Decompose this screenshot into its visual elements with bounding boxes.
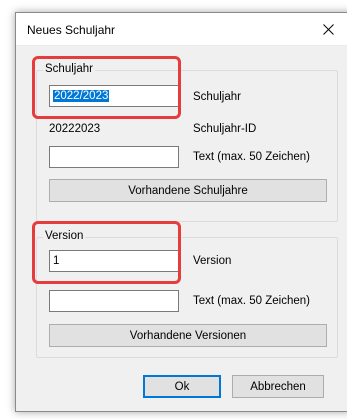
version-text-label: Text (max. 50 Zeichen) xyxy=(193,295,310,307)
dialog-title: Neues Schuljahr xyxy=(27,23,116,37)
close-icon xyxy=(322,23,334,35)
version-label: Version xyxy=(193,255,232,267)
title-bar: Neues Schuljahr xyxy=(16,13,347,46)
schuljahr-input-value: 2022/2023 xyxy=(53,90,110,102)
schuljahr-label: Schuljahr xyxy=(193,91,241,103)
cancel-button[interactable]: Abbrechen xyxy=(232,375,324,398)
version-text-input[interactable] xyxy=(49,290,179,312)
schuljahr-group-legend: Schuljahr xyxy=(43,63,95,75)
version-group-legend: Version xyxy=(43,230,86,242)
close-button[interactable] xyxy=(305,13,347,45)
schuljahr-group: Schuljahr 2022/2023 Schuljahr 20222023 S… xyxy=(36,63,338,222)
schuljahr-id-value: 20222023 xyxy=(49,123,101,135)
existing-versions-button[interactable]: Vorhandene Versionen xyxy=(49,324,327,347)
schuljahr-input[interactable]: 2022/2023 xyxy=(49,85,179,107)
existing-school-years-button[interactable]: Vorhandene Schuljahre xyxy=(49,179,327,202)
schuljahr-text-input[interactable] xyxy=(49,146,179,168)
ok-button[interactable]: Ok xyxy=(143,375,221,398)
new-school-year-dialog: Neues Schuljahr Schuljahr 2022/2023 Schu… xyxy=(15,12,347,412)
schuljahr-id-label: Schuljahr-ID xyxy=(193,123,257,135)
version-input[interactable]: 1 xyxy=(49,250,179,272)
schuljahr-text-label: Text (max. 50 Zeichen) xyxy=(193,151,310,163)
version-group: Version 1 Version Text (max. 50 Zeichen)… xyxy=(36,230,338,358)
